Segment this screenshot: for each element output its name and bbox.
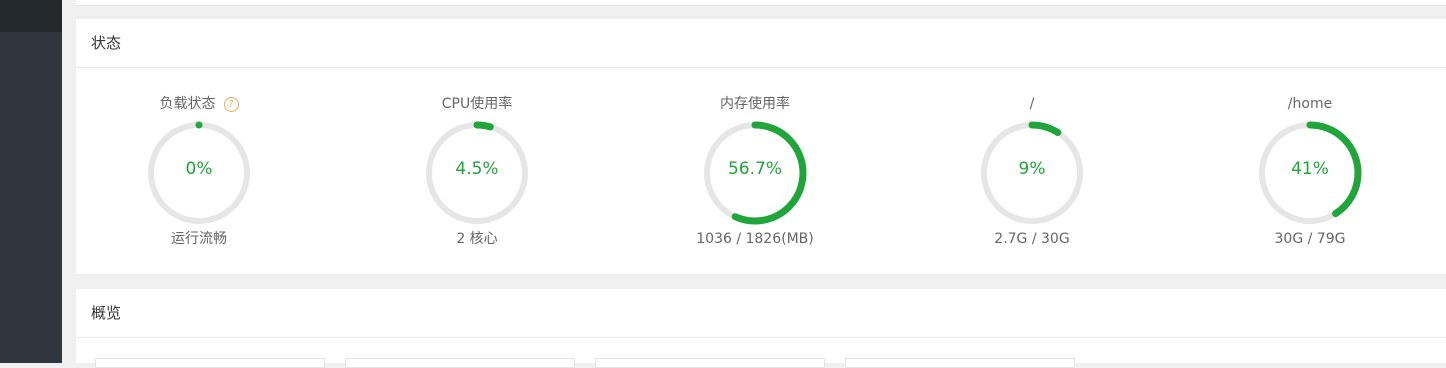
gauge-value: 41% [1291,159,1329,179]
gauge-title-row: 负载状态? [99,95,299,113]
status-panel-title: 状态 [76,19,1446,68]
gauge-subtitle: 2.7G / 30G [994,231,1070,247]
gauge-value: 56.7% [727,159,782,179]
gauge-subtitle: 2 核心 [456,231,498,247]
gauge-value: 4.5% [455,159,499,179]
overview-card[interactable] [95,358,325,368]
overview-card[interactable] [845,358,1075,368]
top-card [76,0,1446,6]
gauge-title: / [1029,96,1035,112]
gauge-subtitle: 1036 / 1826(MB) [696,231,814,247]
sidebar-top-item[interactable] [0,0,62,32]
gauge-subtitle: 运行流畅 [171,231,227,247]
status-panel: 状态 负载状态? 0% 运行流畅 CPU使用率 4.5% 2 核心 内存使用率 … [76,19,1446,274]
overview-card[interactable] [595,358,825,368]
gauge-value: 0% [185,159,213,179]
overview-panel: 概览 [76,289,1446,368]
gauge-title: /home [1287,96,1333,112]
gauge-title: CPU使用率 [441,96,513,112]
overview-card[interactable] [345,358,575,368]
gauge-subtitle: 30G / 79G [1274,231,1346,247]
overview-panel-title: 概览 [76,289,1446,338]
gauge-title: 内存使用率 [720,96,790,112]
help-icon[interactable]: ? [223,97,239,112]
gauge-value: 9% [1018,159,1046,179]
sidebar [0,0,62,363]
gauge-title: 负载状态 [159,96,216,112]
